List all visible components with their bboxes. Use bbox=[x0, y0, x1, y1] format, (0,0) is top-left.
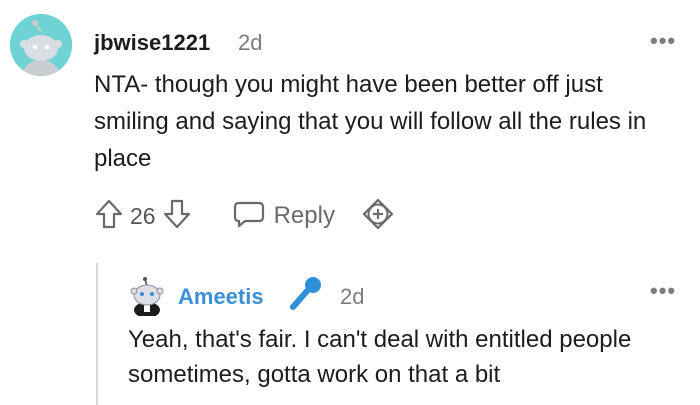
snoo-avatar-icon bbox=[130, 277, 164, 318]
comment-username[interactable]: jbwise1221 bbox=[94, 30, 210, 56]
speech-bubble-icon bbox=[232, 199, 266, 234]
reply-body: Yeah, that's fair. I can't deal with ent… bbox=[128, 326, 632, 388]
arrow-down-icon[interactable] bbox=[162, 198, 192, 235]
reply-avatar[interactable] bbox=[128, 276, 166, 318]
comment-actions: 26 Reply bbox=[94, 196, 395, 236]
vote-controls: 26 bbox=[94, 198, 192, 235]
microphone-icon bbox=[285, 274, 325, 314]
reply-button[interactable]: Reply bbox=[232, 199, 335, 234]
comment-timestamp: 2d bbox=[238, 30, 263, 55]
reply-label: Reply bbox=[273, 202, 335, 229]
more-options-icon[interactable]: ••• bbox=[650, 28, 676, 54]
vote-count: 26 bbox=[130, 202, 156, 229]
more-options-icon[interactable]: ••• bbox=[650, 278, 676, 304]
comment-body: NTA- though you might have been better o… bbox=[94, 71, 647, 172]
reply-username[interactable]: Ameetis bbox=[178, 284, 264, 310]
avatar[interactable] bbox=[10, 14, 72, 76]
award-button[interactable] bbox=[361, 197, 395, 236]
award-plus-icon bbox=[361, 197, 395, 236]
reply-timestamp: 2d bbox=[340, 284, 365, 309]
thread-line[interactable] bbox=[96, 263, 98, 405]
snoo-avatar-icon bbox=[10, 14, 72, 76]
arrow-up-icon[interactable] bbox=[94, 198, 124, 235]
